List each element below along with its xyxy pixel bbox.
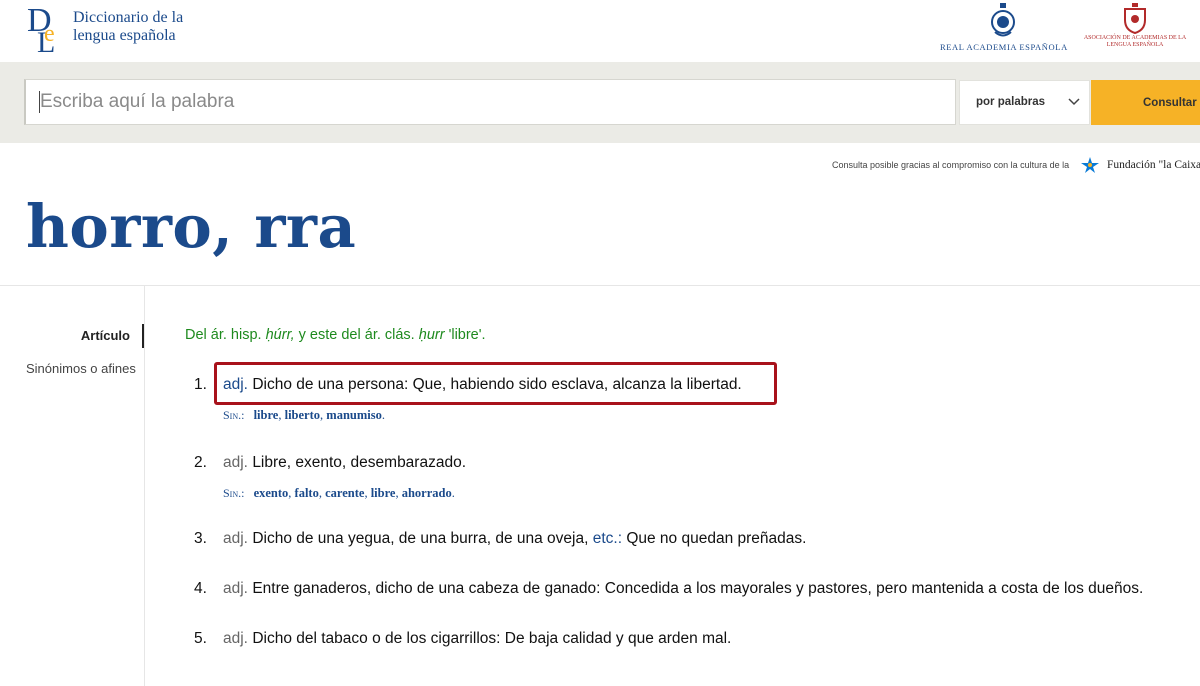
synonyms-label: Sin.: — [223, 486, 245, 500]
synonym-link[interactable]: exento — [254, 486, 289, 500]
asale-crest-icon — [1124, 3, 1146, 34]
etymology: Del ár. hisp. ḥúrr, y este del ár. clás.… — [185, 327, 486, 343]
definition-abbr[interactable]: adj. — [223, 630, 248, 647]
synonym-link[interactable]: libre — [254, 408, 279, 422]
etymology-middle: y este del ár. clás. — [298, 327, 415, 343]
definition-text-continued: Que no quedan preñadas. — [626, 530, 807, 547]
site-header: D L e Diccionario de la lengua española … — [0, 0, 1200, 62]
synonym-link[interactable]: manumiso — [326, 408, 382, 422]
site-title[interactable]: Diccionario de la lengua española — [73, 9, 183, 45]
definition-text: Dicho del tabaco o de los cigarrillos: D… — [252, 630, 732, 647]
definition-text: Libre, exento, desembarazado. — [252, 454, 467, 471]
synonym-link[interactable]: liberto — [285, 408, 320, 422]
sidebar-item-sinonimos[interactable]: Sinónimos o afines — [26, 361, 136, 376]
dle-logo-icon: D L e — [27, 2, 55, 59]
search-input[interactable] — [24, 79, 956, 125]
asale-name-line1: Asociación de Academias de la — [1083, 35, 1187, 41]
site-title-line2: lengua española — [73, 27, 176, 44]
search-bar: por palabras Consultar — [0, 62, 1200, 143]
definition-4: 4. adj. Entre ganaderos, dicho de una cab… — [190, 580, 1143, 598]
site-title-line1: Diccionario de la — [73, 9, 184, 26]
la-caixa-star-icon — [1080, 157, 1099, 173]
definition-number: 5. — [194, 630, 207, 647]
etymology-term1: ḥúrr, — [265, 327, 295, 343]
definition-abbr[interactable]: adj. — [223, 580, 248, 597]
rae-name: Real Academia Española — [940, 42, 1068, 52]
synonyms-def-1: Sin.: libre, liberto, manumiso. — [223, 408, 385, 422]
etymology-prefix: Del ár. hisp. — [185, 327, 262, 343]
text-cursor — [39, 91, 40, 113]
dle-logo[interactable]: D L e — [26, 1, 66, 59]
synonym-link[interactable]: libre — [371, 486, 396, 500]
synonym-link[interactable]: carente — [325, 486, 364, 500]
content-divider — [0, 285, 1200, 286]
sidebar-divider — [144, 286, 145, 686]
synonyms-label: Sin.: — [223, 408, 245, 422]
sponsor-notice: Consulta posible gracias al compromiso c… — [832, 156, 1200, 174]
asale-name-line2: lengua española — [1106, 42, 1164, 48]
definition-text: Entre ganaderos, dicho de una cabeza de … — [252, 580, 1144, 597]
sidebar-active-indicator — [142, 324, 144, 348]
definition-number: 3. — [194, 530, 207, 547]
synonym-link[interactable]: falto — [295, 486, 319, 500]
sponsor-text: Consulta posible gracias al compromiso c… — [832, 160, 1070, 170]
definition-2: 2. adj. Libre, exento, desembarazado. — [190, 454, 466, 472]
definition-number: 2. — [194, 454, 207, 471]
definition-abbr[interactable]: adj. — [223, 454, 248, 471]
sponsor-name[interactable]: Fundación "la Caixa" — [1107, 159, 1200, 171]
search-mode-select[interactable]: por palabras — [959, 80, 1090, 125]
definition-text: Dicho de una yegua, de una burra, de una… — [252, 530, 589, 547]
highlight-annotation — [214, 362, 777, 405]
consultar-button[interactable]: Consultar — [1091, 80, 1200, 125]
definition-3: 3. adj. Dicho de una yegua, de una burra,… — [190, 530, 806, 548]
chevron-down-icon — [1068, 98, 1080, 106]
asale-name: Asociación de Academias de la lengua esp… — [1080, 35, 1190, 49]
definition-abbr[interactable]: adj. — [223, 530, 248, 547]
entry-headword: horro, rra — [26, 192, 357, 261]
synonyms-def-2: Sin.: exento, falto, carente, libre, aho… — [223, 486, 455, 500]
sidebar-item-articulo[interactable]: Artículo — [0, 324, 142, 348]
etymology-gloss: 'libre'. — [448, 327, 486, 343]
definition-number: 4. — [194, 580, 207, 597]
synonym-link[interactable]: ahorrado — [402, 486, 452, 500]
etymology-term2: ḥurr — [418, 327, 445, 343]
asale-logo[interactable]: Asociación de Academias de la lengua esp… — [1080, 2, 1190, 56]
rae-crest-icon — [991, 3, 1015, 37]
svg-text:e: e — [44, 21, 55, 47]
definition-5: 5. adj. Dicho del tabaco o de los cigarri… — [190, 630, 731, 648]
search-mode-label: por palabras — [976, 96, 1046, 108]
etc-abbr-link[interactable]: etc.: — [593, 530, 622, 547]
rae-logo[interactable]: Real Academia Española — [940, 2, 1068, 54]
